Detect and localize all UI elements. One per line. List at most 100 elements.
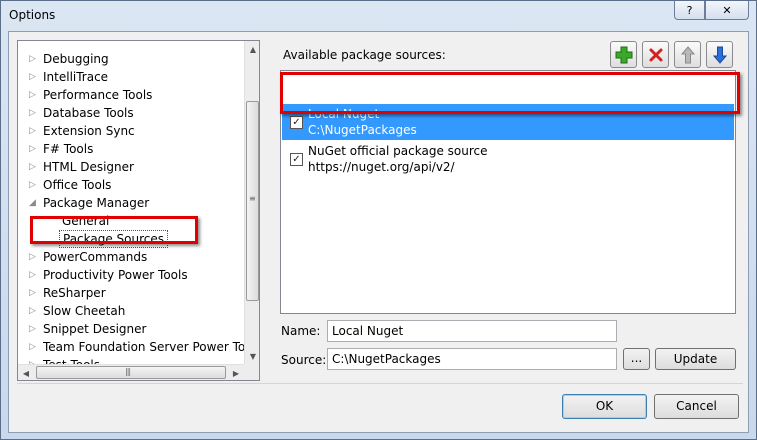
footer-divider (17, 383, 743, 384)
close-button[interactable]: ✕ (705, 1, 749, 20)
ok-button-label: OK (595, 399, 614, 413)
tree-item-debugging[interactable]: ▷ Debugging (18, 50, 244, 68)
tree-horizontal-scrollbar[interactable]: ◀ ||| ▶ (18, 364, 244, 380)
tree-item-label: HTML Designer (43, 160, 134, 174)
move-down-icon (712, 46, 727, 64)
tree-item-label: Extension Sync (43, 124, 135, 138)
move-up-button[interactable] (674, 41, 701, 68)
tree-item-snippet-designer[interactable]: ▷ Snippet Designer (18, 320, 244, 338)
update-button-label: Update (673, 352, 718, 366)
collapsed-arrow-icon[interactable]: ▷ (29, 320, 39, 338)
collapsed-arrow-icon[interactable]: ▷ (29, 176, 39, 194)
options-tree[interactable]: ▷ Debugging ▷ IntelliTrace ▷ Performance Tool… (17, 40, 260, 381)
move-down-button[interactable] (706, 41, 733, 68)
dialog-body: ▷ Debugging ▷ IntelliTrace ▷ Performance Tool… (8, 31, 749, 433)
grip-icon: ||| (125, 367, 131, 376)
tree-vertical-scroll-thumb[interactable]: ≡ (246, 101, 259, 301)
tree-item-label: Slow Cheetah (43, 304, 126, 318)
tree-item-productivity-power-tools[interactable]: ▷ Productivity Power Tools (18, 266, 244, 284)
grip-icon: ≡ (249, 194, 256, 203)
cancel-button[interactable]: Cancel (654, 394, 739, 419)
tree-item-label: IntelliTrace (43, 70, 109, 84)
source-path: C:\NugetPackages (308, 123, 417, 137)
tree-item-package-sources[interactable]: Package Sources (18, 230, 244, 248)
tree-vertical-scrollbar[interactable]: ▲ ≡ ▼ (244, 41, 259, 364)
package-sources-list[interactable]: ✓ Local Nuget C:\NugetPackages ✓ NuGet o… (280, 70, 736, 314)
tree-item-label: Debugging (43, 52, 109, 66)
collapsed-arrow-icon[interactable]: ▷ (29, 248, 39, 266)
collapsed-arrow-icon[interactable]: ▷ (29, 338, 39, 356)
tree-item-slow-cheetah[interactable]: ▷ Slow Cheetah (18, 302, 244, 320)
scroll-down-icon[interactable]: ▼ (245, 348, 259, 364)
collapsed-arrow-icon[interactable]: ▷ (29, 68, 39, 86)
window-title: Options (9, 8, 56, 22)
collapsed-arrow-icon[interactable]: ▷ (29, 284, 39, 302)
tree-item-f-tools[interactable]: ▷ F# Tools (18, 140, 244, 158)
tree-item-label: Database Tools (43, 106, 134, 120)
collapsed-arrow-icon[interactable]: ▷ (29, 266, 39, 284)
source-input[interactable] (327, 348, 617, 370)
help-icon: ? (686, 3, 693, 17)
add-icon (615, 46, 632, 63)
tree-item-powercommands[interactable]: ▷ PowerCommands (18, 248, 244, 266)
tree-item-label: Office Tools (43, 178, 112, 192)
collapsed-arrow-icon[interactable]: ▷ (29, 104, 39, 122)
tree-item-label: Productivity Power Tools (43, 268, 188, 282)
tree-item-label: Snippet Designer (43, 322, 147, 336)
source-name: Local Nuget (308, 107, 380, 121)
tree-item-label: Team Foundation Server Power Tools (43, 340, 260, 354)
title-bar[interactable]: Options ? ✕ (1, 1, 756, 31)
scroll-left-icon[interactable]: ◀ (18, 365, 34, 380)
source-item-nuget-official[interactable]: ✓ NuGet official package source https://… (282, 141, 734, 177)
ok-button[interactable]: OK (562, 394, 647, 419)
tree-item-resharper[interactable]: ▷ ReSharper (18, 284, 244, 302)
collapsed-arrow-icon[interactable]: ▷ (29, 50, 39, 68)
name-input[interactable] (327, 320, 617, 342)
tree-item-label: F# Tools (43, 142, 94, 156)
tree-item-extension-sync[interactable]: ▷ Extension Sync (18, 122, 244, 140)
scroll-corner (244, 364, 259, 380)
tree-item-label: Package Manager (43, 196, 150, 210)
close-icon: ✕ (722, 3, 732, 17)
tree-item-intellitrace[interactable]: ▷ IntelliTrace (18, 68, 244, 86)
browse-button[interactable]: ... (623, 348, 650, 370)
tree-item-performance-tools[interactable]: ▷ Performance Tools (18, 86, 244, 104)
move-up-icon (680, 45, 695, 63)
options-dialog: Options ? ✕ ▷ Debugging ▷ IntelliTrace ▷ Perf… (0, 0, 757, 440)
tree-item-html-designer[interactable]: ▷ HTML Designer (18, 158, 244, 176)
tree-item-general[interactable]: General (18, 212, 244, 230)
tree-item-team-foundation-server-power-tools[interactable]: ▷ Team Foundation Server Power Tools (18, 338, 259, 356)
tree-item-label: Package Sources (59, 230, 169, 248)
tree-item-label: General (62, 214, 110, 228)
add-source-button[interactable] (610, 41, 637, 68)
scroll-up-icon[interactable]: ▲ (245, 41, 259, 57)
source-path: https://nuget.org/api/v2/ (308, 160, 455, 174)
remove-source-button[interactable] (642, 41, 669, 68)
available-sources-label: Available package sources: (283, 48, 446, 62)
help-button[interactable]: ? (674, 1, 705, 20)
collapsed-arrow-icon[interactable]: ▷ (29, 302, 39, 320)
tree-horizontal-scroll-thumb[interactable]: ||| (36, 366, 226, 379)
tree-item-office-tools[interactable]: ▷ Office Tools (18, 176, 244, 194)
tree-item-label: ReSharper (43, 286, 106, 300)
source-enabled-checkbox[interactable]: ✓ (290, 153, 303, 166)
collapsed-arrow-icon[interactable]: ▷ (29, 158, 39, 176)
remove-icon (649, 48, 662, 61)
source-item-local-nuget[interactable]: ✓ Local Nuget C:\NugetPackages (282, 104, 734, 140)
tree-item-package-manager[interactable]: ◢ Package Manager (18, 194, 244, 212)
expanded-arrow-icon[interactable]: ◢ (29, 194, 39, 212)
cancel-button-label: Cancel (676, 399, 717, 413)
source-label: Source: (281, 353, 327, 367)
scroll-right-icon[interactable]: ▶ (228, 365, 244, 380)
tree-item-label: Performance Tools (43, 88, 153, 102)
source-enabled-checkbox[interactable]: ✓ (290, 116, 303, 129)
source-name: NuGet official package source (308, 144, 488, 158)
tree-item-label: PowerCommands (43, 250, 148, 264)
collapsed-arrow-icon[interactable]: ▷ (29, 140, 39, 158)
tree-item-database-tools[interactable]: ▷ Database Tools (18, 104, 244, 122)
collapsed-arrow-icon[interactable]: ▷ (29, 122, 39, 140)
browse-button-label: ... (630, 351, 643, 365)
update-button[interactable]: Update (655, 348, 736, 370)
name-label: Name: (281, 324, 321, 338)
collapsed-arrow-icon[interactable]: ▷ (29, 86, 39, 104)
